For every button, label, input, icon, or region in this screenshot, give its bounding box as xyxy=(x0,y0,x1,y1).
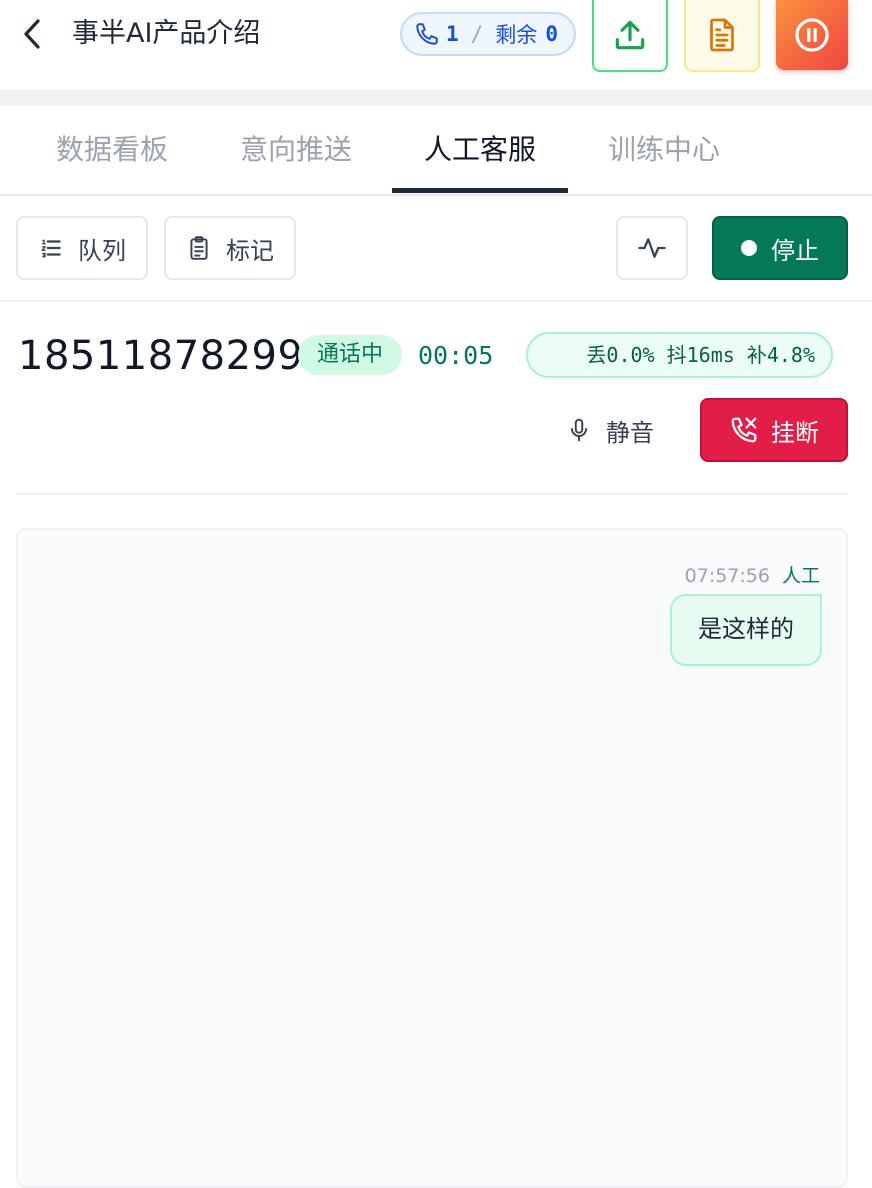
chevron-left-icon xyxy=(24,19,40,49)
pause-circle-icon xyxy=(795,18,829,52)
call-counter-pill: 1 / 剩余 0 xyxy=(400,12,576,56)
phone-icon xyxy=(416,23,438,45)
header-separator-band xyxy=(0,90,872,106)
mark-label: 标记 xyxy=(226,236,274,265)
microphone-icon xyxy=(566,415,592,445)
pause-button[interactable] xyxy=(776,0,848,70)
page-title: 事半AI产品介绍 xyxy=(72,18,261,49)
message-sender: 人工 xyxy=(781,565,820,587)
message-meta: 07:57:56 人工 xyxy=(685,564,820,588)
tab-intent-push[interactable]: 意向推送 xyxy=(208,130,384,170)
hangup-label: 挂断 xyxy=(771,418,819,447)
document-icon xyxy=(710,18,734,52)
activity-icon xyxy=(638,238,666,258)
caller-phone-number: 18511878299 xyxy=(18,333,304,379)
toolbar-divider xyxy=(0,300,872,302)
remaining-count: 0 xyxy=(545,22,558,46)
upload-icon xyxy=(615,20,645,50)
stop-label: 停止 xyxy=(771,236,819,265)
recording-dot-icon xyxy=(741,240,757,256)
tab-dashboard[interactable]: 数据看板 xyxy=(24,130,200,170)
queue-button[interactable]: 队列 xyxy=(16,216,148,280)
message-bubble: 是这样的 xyxy=(670,594,822,666)
message-time: 07:57:56 xyxy=(684,565,770,587)
call-status-badge: 通话中 xyxy=(298,335,402,375)
network-stats-badge: 丢0.0% 抖16ms 补4.8% xyxy=(526,332,833,378)
chat-transcript: 07:57:56 人工 是这样的 xyxy=(16,528,848,1188)
phone-off-icon xyxy=(729,415,759,445)
clipboard-icon xyxy=(186,234,212,262)
document-button[interactable] xyxy=(684,0,760,72)
hangup-button[interactable]: 挂断 xyxy=(700,398,848,462)
list-icon xyxy=(38,235,64,261)
waveform-button[interactable] xyxy=(616,216,688,280)
call-divider xyxy=(16,493,848,495)
mark-button[interactable]: 标记 xyxy=(164,216,296,280)
queue-label: 队列 xyxy=(78,236,126,265)
tab-bar: 数据看板 意向推送 人工客服 训练中心 xyxy=(0,106,872,196)
active-call-count: 1 xyxy=(446,22,459,46)
active-tab-indicator xyxy=(392,188,568,193)
mute-label: 静音 xyxy=(606,418,654,447)
tab-training-center[interactable]: 训练中心 xyxy=(576,130,752,170)
mute-button[interactable]: 静音 xyxy=(566,406,654,454)
tab-human-service[interactable]: 人工客服 xyxy=(392,130,568,170)
counter-separator: / xyxy=(470,22,484,46)
back-button[interactable] xyxy=(14,16,50,52)
call-duration: 00:05 xyxy=(418,341,494,370)
remaining-label: 剩余 xyxy=(495,23,538,47)
upload-button[interactable] xyxy=(592,0,668,72)
stop-button[interactable]: 停止 xyxy=(712,216,848,280)
